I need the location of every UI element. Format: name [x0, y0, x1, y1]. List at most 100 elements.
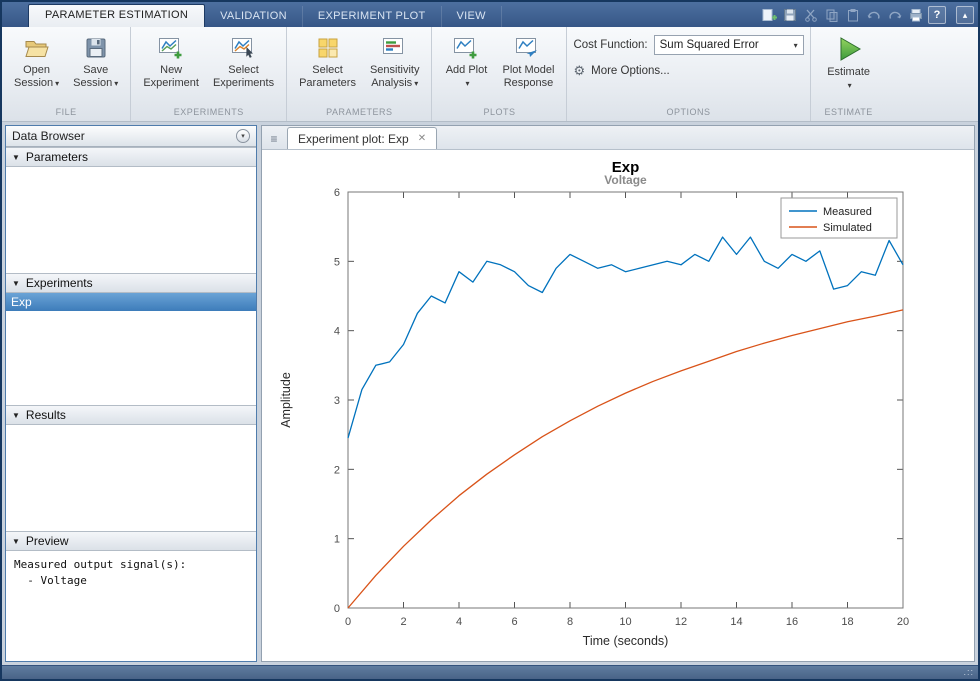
- more-options-button[interactable]: More Options...: [591, 65, 670, 77]
- x-tick-label: 20: [897, 616, 909, 628]
- data-browser-header: Data Browser ▾: [6, 126, 256, 147]
- plot-background: [348, 192, 903, 608]
- open-session-label: Open Session ▾: [14, 64, 60, 89]
- add-plot-button[interactable]: Add Plot ▾: [439, 32, 493, 91]
- section-collapse-icon: ▼: [12, 410, 20, 420]
- section-label-file: FILE: [55, 107, 77, 117]
- chevron-down-icon: ▾: [414, 79, 419, 88]
- parameters-section-header[interactable]: ▼ Parameters: [6, 147, 256, 167]
- save-session-button[interactable]: Save Session ▾: [68, 32, 123, 91]
- list-item-experiment[interactable]: Exp: [6, 293, 256, 311]
- add-plot-label: Add Plot ▾: [445, 64, 488, 88]
- experiments-section-header[interactable]: ▼ Experiments: [6, 273, 256, 293]
- results-section-label: Results: [25, 408, 66, 422]
- experiments-section: ▼ Experiments Exp: [6, 273, 256, 405]
- chevron-down-icon: ▾: [793, 40, 798, 50]
- section-label-experiments: EXPERIMENTS: [173, 107, 244, 117]
- ribbon-section-parameters: Select Parameters Sensitivity Analysis ▾ PA…: [287, 27, 433, 121]
- experiments-list: Exp: [6, 293, 256, 405]
- tab-experiment-plot[interactable]: EXPERIMENT PLOT: [303, 6, 442, 27]
- x-tick-label: 4: [456, 616, 462, 628]
- cut-icon[interactable]: [802, 6, 820, 24]
- ribbon-section-experiments: New Experiment Select Experiments EXPERIME…: [131, 27, 288, 121]
- add-plot-icon: [453, 33, 479, 63]
- tab-view[interactable]: VIEW: [442, 6, 502, 27]
- section-label-parameters: PARAMETERS: [326, 107, 393, 117]
- x-tick-label: 0: [345, 616, 351, 628]
- x-tick-label: 2: [400, 616, 406, 628]
- ribbon-section-options: Cost Function: Sum Squared Error ▾ ⚙ Mor…: [567, 27, 811, 121]
- quick-access-toolbar: ? ▴: [760, 6, 974, 27]
- figure-area: 0 2 4 6 8 10 12 14 16 18 20 0 1 2 3 4 5 6 Exp Voltage Time (…: [262, 150, 974, 661]
- paste-icon[interactable]: [844, 6, 862, 24]
- floppy-disk-icon: [84, 33, 108, 63]
- cost-function-label: Cost Function:: [573, 39, 648, 51]
- chevron-down-icon: ▾: [465, 79, 470, 88]
- results-list[interactable]: [6, 425, 256, 531]
- preview-section-header[interactable]: ▼ Preview: [6, 531, 256, 551]
- ribbon: Open Session ▾ Save Session ▾ FILE New Experi…: [2, 27, 978, 122]
- panel-collapse-icon[interactable]: ▾: [236, 129, 250, 143]
- estimate-button[interactable]: Estimate ▾: [822, 32, 876, 93]
- workspace: Data Browser ▾ ▼ Parameters ▼ Experiment…: [2, 122, 978, 665]
- select-experiments-button[interactable]: Select Experiments: [208, 32, 279, 91]
- copy-icon[interactable]: [823, 6, 841, 24]
- plot-model-response-button[interactable]: Plot Model Response: [497, 32, 559, 91]
- resize-grip-icon[interactable]: .::: [963, 668, 974, 677]
- y-tick-label: 6: [334, 187, 340, 199]
- ribbon-section-plots: Add Plot ▾ Plot Model Response PLOTS: [432, 27, 568, 121]
- x-tick-label: 8: [567, 616, 573, 628]
- new-figure-icon[interactable]: [760, 6, 778, 24]
- experiments-section-label: Experiments: [25, 276, 93, 290]
- select-parameters-button[interactable]: Select Parameters: [294, 32, 361, 91]
- estimate-label: Estimate ▾: [827, 66, 871, 90]
- section-collapse-icon: ▼: [12, 278, 20, 288]
- open-folder-icon: [24, 33, 50, 63]
- y-tick-label: 2: [334, 464, 340, 476]
- y-tick-label: 1: [334, 534, 340, 546]
- section-label-plots: PLOTS: [483, 107, 516, 117]
- document-area: ≡ Experiment plot: Exp ✕ 0 2 4 6 8 10 12 14 16 18…: [261, 125, 975, 662]
- close-icon[interactable]: ✕: [418, 133, 426, 144]
- plot-model-response-label: Plot Model Response: [502, 64, 555, 89]
- open-session-button[interactable]: Open Session ▾: [9, 32, 64, 91]
- axes-title: Voltage: [604, 173, 647, 187]
- parameters-section: ▼ Parameters: [6, 147, 256, 273]
- results-section: ▼ Results: [6, 405, 256, 531]
- help-icon[interactable]: ?: [928, 6, 946, 24]
- document-tab-experiment-plot[interactable]: Experiment plot: Exp ✕: [287, 127, 438, 149]
- select-parameters-label: Select Parameters: [299, 64, 356, 89]
- save-icon[interactable]: [781, 6, 799, 24]
- y-axis-label: Amplitude: [279, 372, 293, 428]
- results-section-header[interactable]: ▼ Results: [6, 405, 256, 425]
- cost-function-dropdown[interactable]: Sum Squared Error ▾: [653, 35, 804, 55]
- document-menu-icon[interactable]: ≡: [265, 129, 283, 149]
- status-bar: .::: [2, 665, 978, 679]
- section-collapse-icon: ▼: [12, 152, 20, 162]
- undo-icon[interactable]: [865, 6, 883, 24]
- chevron-down-icon: ▾: [55, 79, 60, 88]
- ribbon-section-file: Open Session ▾ Save Session ▾ FILE: [2, 27, 132, 121]
- tab-validation[interactable]: VALIDATION: [205, 6, 303, 27]
- x-tick-label: 18: [841, 616, 853, 628]
- collapse-toolstrip-icon[interactable]: ▴: [956, 6, 974, 24]
- tab-parameter-estimation[interactable]: PARAMETER ESTIMATION: [28, 4, 206, 27]
- new-experiment-button[interactable]: New Experiment: [138, 32, 204, 91]
- section-label-estimate: ESTIMATE: [824, 107, 873, 117]
- print-icon[interactable]: [907, 6, 925, 24]
- ribbon-tabstrip: PARAMETER ESTIMATION VALIDATION EXPERIME…: [2, 2, 978, 27]
- cost-function-value: Sum Squared Error: [659, 39, 759, 51]
- sensitivity-analysis-button[interactable]: Sensitivity Analysis ▾: [365, 32, 425, 91]
- y-tick-label: 3: [334, 395, 340, 407]
- y-tick-label: 4: [334, 326, 340, 338]
- data-browser-title: Data Browser: [12, 129, 85, 143]
- legend-entry-label: Simulated: [823, 222, 872, 234]
- app-window: PARAMETER ESTIMATION VALIDATION EXPERIME…: [0, 0, 980, 681]
- gear-icon: ⚙: [573, 63, 586, 78]
- x-tick-label: 6: [511, 616, 517, 628]
- preview-box: Measured output signal(s): - Voltage: [6, 551, 256, 661]
- parameters-list[interactable]: [6, 167, 256, 273]
- x-tick-label: 12: [675, 616, 687, 628]
- redo-icon[interactable]: [886, 6, 904, 24]
- ribbon-section-estimate: Estimate ▾ ESTIMATE: [811, 27, 887, 121]
